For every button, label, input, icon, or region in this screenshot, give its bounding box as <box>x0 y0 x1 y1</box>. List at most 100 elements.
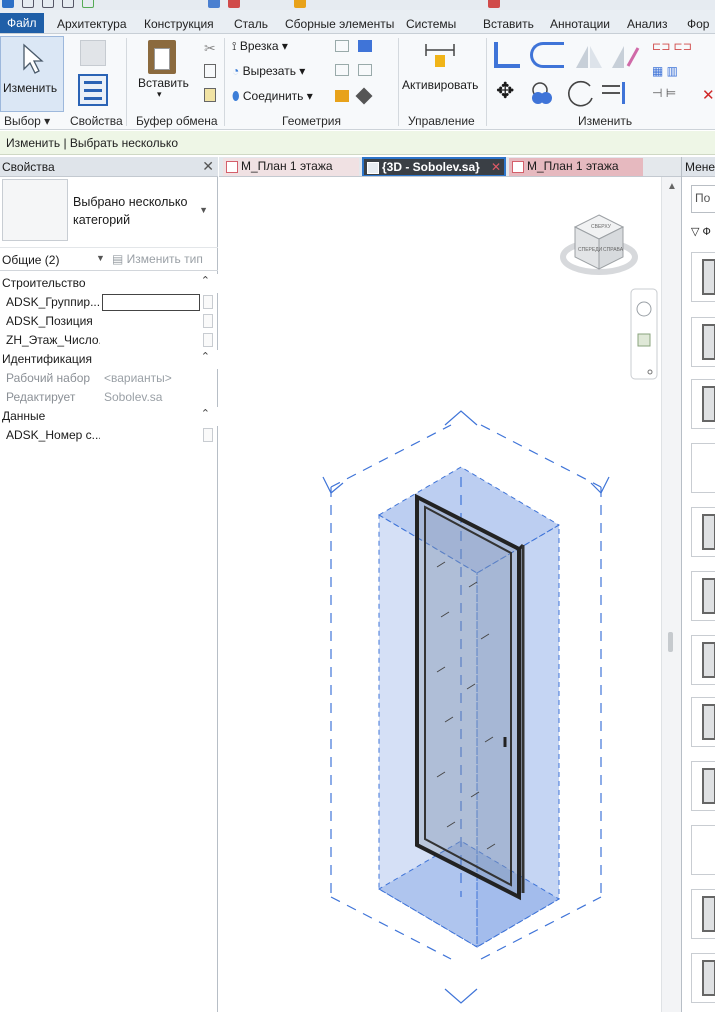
delete-icon[interactable]: ✕ <box>702 86 715 104</box>
property-row[interactable]: ADSK_Группир... <box>0 293 218 312</box>
match-properties-icon[interactable] <box>204 88 216 102</box>
collapse-icon[interactable]: ⌃ <box>201 407 210 420</box>
modify-button[interactable]: Изменить <box>0 36 64 112</box>
glass-door[interactable] <box>415 493 525 901</box>
mirror-axis-icon[interactable] <box>574 42 604 70</box>
property-checkbox[interactable] <box>203 333 213 347</box>
property-checkbox[interactable] <box>203 314 213 328</box>
tab-annotate[interactable]: Аннотации <box>543 14 617 33</box>
3d-view-canvas[interactable]: СВЕРХУ СПЕРЕДИ СПРАВА <box>219 177 661 1012</box>
paste-icon[interactable] <box>148 40 176 74</box>
panel-select[interactable]: Выбор ▾ <box>4 114 50 128</box>
tab-3d-view[interactable]: {3D - Sobolev.sa} ✕ <box>362 157 506 176</box>
tab-floor-plan-2[interactable]: М_План 1 этажа <box>509 158 643 176</box>
beam-joins-icon[interactable] <box>335 64 349 76</box>
globe-icon[interactable] <box>82 0 94 8</box>
wall-joins-icon[interactable] <box>335 40 349 52</box>
family-thumbnail[interactable] <box>691 697 715 747</box>
save-icon[interactable] <box>42 0 54 8</box>
zoom-icon[interactable] <box>637 333 651 347</box>
view-scrollbar[interactable]: ▲ <box>661 177 681 1012</box>
activate-label[interactable]: Активировать <box>402 78 478 92</box>
close-view-icon[interactable] <box>228 0 240 8</box>
browser-search-input[interactable]: По <box>691 185 715 213</box>
chevron-down-icon[interactable]: ▼ <box>96 253 105 263</box>
tab-file[interactable]: Файл <box>0 13 44 33</box>
scale-icon[interactable]: ⊣ ⊨ <box>652 86 676 100</box>
collapse-icon[interactable]: ⌃ <box>201 274 210 287</box>
switch-windows-icon[interactable] <box>488 0 500 8</box>
instance-filter[interactable]: Общие (2) ▼ ▤ Изменить тип <box>0 247 218 271</box>
family-thumbnail[interactable] <box>691 953 715 1003</box>
family-thumbnail[interactable] <box>691 252 715 302</box>
group-construction[interactable]: Строительство ⌃ <box>0 274 218 293</box>
family-thumbnail[interactable] <box>691 761 715 811</box>
browser-filter[interactable]: ▽ Ф <box>691 225 711 238</box>
property-key: Рабочий набор <box>6 371 91 385</box>
join-tool[interactable]: ⬮ Соединить ▾ <box>232 89 313 104</box>
close-icon[interactable]: ✕ <box>491 159 501 176</box>
split-face-icon[interactable] <box>358 40 372 52</box>
scroll-up-icon[interactable]: ▲ <box>667 181 677 192</box>
paint-icon[interactable] <box>358 64 372 76</box>
family-thumbnail[interactable] <box>691 379 715 429</box>
type-selector[interactable]: Выбрано несколько категорий ▼ <box>0 177 218 247</box>
tab-floor-plan[interactable]: М_План 1 этажа <box>223 158 359 176</box>
print-icon[interactable] <box>208 0 220 8</box>
family-thumbnail[interactable] <box>691 825 715 875</box>
app-logo-icon[interactable] <box>2 0 14 8</box>
property-value-input[interactable] <box>102 294 200 311</box>
collapse-icon[interactable]: ⌃ <box>201 350 210 363</box>
copy-modify-icon[interactable] <box>528 78 558 108</box>
tab-architecture[interactable]: Архитектура <box>50 14 134 33</box>
trim-extend-icon[interactable] <box>602 82 628 104</box>
property-checkbox[interactable] <box>203 295 213 309</box>
property-row[interactable]: ADSK_Позиция <box>0 312 218 331</box>
open-icon[interactable] <box>22 0 34 8</box>
family-thumbnail[interactable] <box>691 635 715 685</box>
split-icon[interactable]: ⊏⊐ ⊏⊐ <box>652 40 692 53</box>
tab-structure[interactable]: Конструкция <box>137 14 221 33</box>
copy-icon[interactable] <box>204 64 216 78</box>
cope-tool[interactable]: ⟟ Врезка ▾ <box>232 39 288 54</box>
close-icon[interactable]: ✕ <box>202 158 214 175</box>
sync-icon[interactable] <box>62 0 74 8</box>
type-properties-icon[interactable] <box>80 40 106 66</box>
cut-icon[interactable]: ✂ <box>204 40 216 57</box>
demolish-icon[interactable] <box>335 90 349 102</box>
panel-properties: Свойства <box>70 114 123 128</box>
measure-icon[interactable] <box>294 0 306 8</box>
property-row[interactable]: ZH_Этаж_Число... <box>0 331 218 350</box>
property-checkbox[interactable] <box>203 428 213 442</box>
chevron-down-icon[interactable]: ▼ <box>199 205 208 215</box>
tab-steel[interactable]: Сталь <box>227 14 275 33</box>
tab-insert[interactable]: Вставить <box>476 14 541 33</box>
move-icon[interactable]: ✥ <box>496 78 514 104</box>
cut-geometry-tool[interactable]: ◔ Вырезать ▾ <box>232 64 305 78</box>
array-icon[interactable]: ▦ ▥ <box>652 64 678 78</box>
tab-precast[interactable]: Сборные элементы <box>278 14 401 33</box>
property-row[interactable]: ADSK_Номер с... <box>0 426 218 445</box>
scroll-thumb[interactable] <box>668 632 673 652</box>
wall-tool-icon[interactable] <box>355 87 373 105</box>
tab-analyze[interactable]: Анализ <box>620 14 675 33</box>
family-thumbnail[interactable] <box>691 317 715 367</box>
navigation-bar[interactable] <box>630 288 658 380</box>
family-thumbnail[interactable] <box>691 507 715 557</box>
tab-format[interactable]: Фор <box>680 14 715 33</box>
viewcube[interactable]: СВЕРХУ СПЕРЕДИ СПРАВА <box>560 214 638 275</box>
family-thumbnail[interactable] <box>691 443 715 493</box>
properties-icon[interactable] <box>78 74 108 106</box>
rotate-icon[interactable] <box>566 78 596 110</box>
group-data[interactable]: Данные ⌃ <box>0 407 218 426</box>
paste-dropdown-icon[interactable]: ▾ <box>157 89 162 100</box>
activate-icon[interactable] <box>420 40 460 72</box>
paste-label[interactable]: Вставить <box>138 76 189 90</box>
offset-icon[interactable] <box>530 42 564 68</box>
align-icon[interactable] <box>494 42 520 68</box>
mirror-draw-icon[interactable] <box>610 42 640 70</box>
family-thumbnail[interactable] <box>691 889 715 939</box>
family-thumbnail[interactable] <box>691 571 715 621</box>
group-identity[interactable]: Идентификация ⌃ <box>0 350 218 369</box>
tab-systems[interactable]: Системы <box>399 14 463 33</box>
